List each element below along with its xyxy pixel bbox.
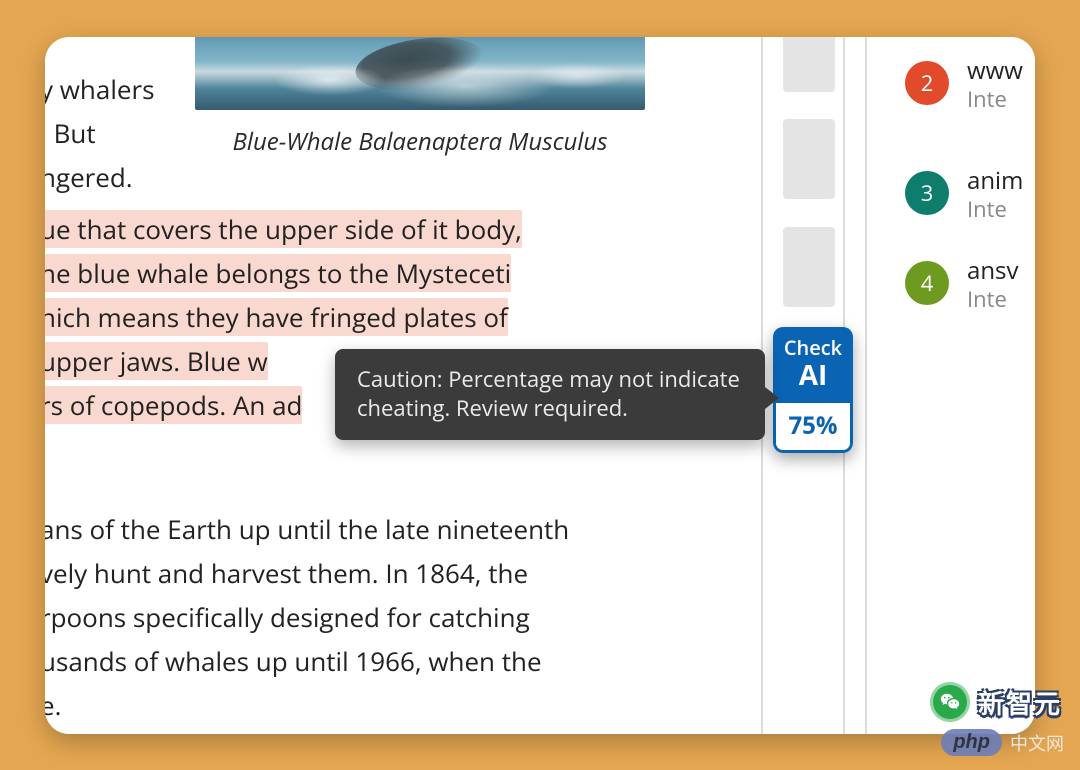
source-title: www: [967, 57, 1023, 86]
minimap-block[interactable]: [783, 119, 835, 199]
source-number-badge: 3: [905, 171, 949, 215]
highlighted-text: hich means they have fringed plates of: [45, 298, 508, 336]
text-line: e.: [45, 683, 569, 727]
app-card: Blue-Whale Balaenaptera Musculus y whale…: [45, 37, 1035, 734]
source-item[interactable]: 3 anim Inte: [905, 167, 1023, 224]
source-title: anim: [967, 167, 1023, 196]
highlighted-text: ue that covers the upper side of it body…: [45, 210, 522, 248]
source-item[interactable]: 4 ansv Inte: [905, 257, 1018, 314]
text-line: rpoons specifically designed for catchin…: [45, 595, 569, 639]
highlighted-text: he blue whale belongs to the Mysteceti: [45, 254, 511, 292]
highlighted-text: rs of copepods. An ad: [45, 386, 302, 424]
paragraph-1: y whalers . But ngered.: [45, 67, 155, 199]
text-line: ans of the Earth up until the late ninet…: [45, 507, 569, 551]
whale-image: [195, 37, 645, 110]
check-ai-label: Check AI: [773, 327, 853, 403]
image-caption: Blue-Whale Balaenaptera Musculus: [195, 125, 645, 158]
paragraph-3: ans of the Earth up until the late ninet…: [45, 507, 569, 727]
source-item[interactable]: 2 www Inte: [905, 57, 1023, 114]
source-number-badge: 2: [905, 61, 949, 105]
text-line: usands of whales up until 1966, when the: [45, 639, 569, 683]
text-line: . But: [45, 111, 155, 155]
source-subtitle: Inte: [967, 285, 1018, 314]
source-subtitle: Inte: [967, 85, 1023, 114]
source-subtitle: Inte: [967, 195, 1023, 224]
text-line: y whalers: [45, 67, 155, 111]
check-ai-percentage: 75%: [773, 403, 853, 453]
check-ai-button[interactable]: Check AI 75%: [773, 327, 853, 453]
highlighted-text: upper jaws. Blue w: [45, 342, 268, 380]
minimap-block[interactable]: [783, 37, 835, 92]
text-line: ngered.: [45, 155, 155, 199]
sources-sidebar: 2 www Inte 3 anim Inte 4 ansv Inte: [865, 37, 1035, 734]
source-number-badge: 4: [905, 261, 949, 305]
ai-caution-tooltip: Caution: Percentage may not indicate che…: [335, 349, 765, 440]
text-line: vely hunt and harvest them. In 1864, the: [45, 551, 569, 595]
minimap-block[interactable]: [783, 227, 835, 307]
source-title: ansv: [967, 257, 1018, 286]
